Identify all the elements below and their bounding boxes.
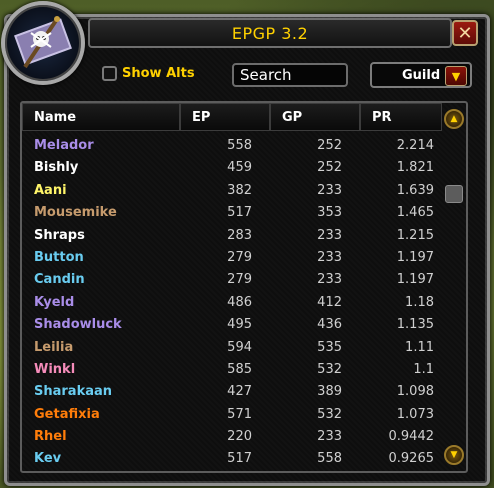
row-pr: 1.098 [396, 384, 434, 400]
show-alts-checkbox[interactable] [102, 66, 117, 81]
row-name: Bishly [34, 160, 79, 176]
column-headers: Name EP GP PR [22, 103, 442, 131]
row-gp: 233 [317, 227, 342, 243]
close-icon: ✕ [457, 22, 473, 44]
row-ep: 382 [227, 182, 252, 198]
row-ep: 486 [227, 294, 252, 310]
row-ep: 517 [227, 205, 252, 221]
arrow-down-icon[interactable]: ▼ [445, 66, 467, 86]
filter-value: Guild [402, 68, 441, 83]
row-ep: 427 [227, 384, 252, 400]
row-gp: 233 [317, 182, 342, 198]
filter-dropdown[interactable]: Guild ▼ [370, 62, 472, 88]
row-gp: 389 [317, 384, 342, 400]
table-row[interactable]: Sharakaan 427 389 1.098 [22, 382, 442, 404]
window-title: EPGP 3.2 [88, 18, 452, 48]
table-row[interactable]: Bishly 459 252 1.821 [22, 158, 442, 180]
row-pr: 1.465 [396, 205, 434, 221]
row-name: Shraps [34, 227, 85, 243]
row-gp: 353 [317, 205, 342, 221]
row-name: Shadowluck [34, 317, 122, 333]
row-pr: 1.11 [405, 339, 434, 355]
row-ep: 495 [227, 317, 252, 333]
row-name: Rhel [34, 429, 67, 445]
column-header-ep[interactable]: EP [180, 103, 270, 131]
row-pr: 1.197 [396, 272, 434, 288]
row-name: Button [34, 249, 84, 265]
scroll-down-icon[interactable]: ▼ [444, 445, 464, 465]
column-header-gp[interactable]: GP [270, 103, 360, 131]
row-name: Winkl [34, 361, 76, 377]
table-row[interactable]: Winkl 585 532 1.1 [22, 360, 442, 382]
row-gp: 558 [317, 451, 342, 467]
search-input[interactable]: Search [232, 63, 348, 87]
row-pr: 1.073 [396, 406, 434, 422]
column-header-name[interactable]: Name [22, 103, 180, 131]
table-row[interactable]: Kyeld 486 412 1.18 [22, 293, 442, 315]
scroll-thumb[interactable] [445, 185, 463, 203]
row-ep: 517 [227, 451, 252, 467]
row-ep: 220 [227, 429, 252, 445]
table-row[interactable]: Shadowluck 495 436 1.135 [22, 315, 442, 337]
row-ep: 279 [227, 272, 252, 288]
table-row[interactable]: Shraps 283 233 1.215 [22, 226, 442, 248]
row-gp: 412 [317, 294, 342, 310]
row-ep: 585 [227, 361, 252, 377]
column-header-pr[interactable]: PR [360, 103, 442, 131]
show-alts-label: Show Alts [122, 66, 195, 81]
row-ep: 283 [227, 227, 252, 243]
table-row[interactable]: Leilia 594 535 1.11 [22, 338, 442, 360]
row-gp: 532 [317, 406, 342, 422]
row-name: Sharakaan [34, 384, 113, 400]
row-gp: 233 [317, 272, 342, 288]
row-pr: 1.639 [396, 182, 434, 198]
row-gp: 252 [317, 138, 342, 153]
row-gp: 252 [317, 160, 342, 176]
row-ep: 459 [227, 160, 252, 176]
standings-list: Name EP GP PR Melador 558 252 2.214 Bishly 4… [20, 101, 468, 473]
row-ep: 279 [227, 249, 252, 265]
row-pr: 1.197 [396, 249, 434, 265]
row-name: Kyeld [34, 294, 75, 310]
row-name: Mousemike [34, 205, 117, 221]
table-row[interactable]: Mousemike 517 353 1.465 [22, 203, 442, 225]
row-gp: 233 [317, 429, 342, 445]
row-name: Leilia [34, 339, 74, 355]
row-gp: 436 [317, 317, 342, 333]
row-pr: 0.9265 [388, 451, 435, 467]
row-pr: 1.135 [396, 317, 434, 333]
table-row[interactable]: Aani 382 233 1.639 [22, 181, 442, 203]
row-pr: 1.821 [396, 160, 434, 176]
row-name: Getafixia [34, 406, 100, 422]
table-row[interactable]: Candin 279 233 1.197 [22, 270, 442, 292]
table-row[interactable]: Rhel 220 233 0.9442 [22, 427, 442, 449]
table-row[interactable]: Kev 517 558 0.9265 [22, 449, 442, 471]
row-name: Candin [34, 272, 85, 288]
scroll-up-icon[interactable]: ▲ [444, 109, 464, 129]
scrollbar[interactable]: ▲ ▼ [442, 103, 466, 471]
standings-rows: Melador 558 252 2.214 Bishly 459 252 1.821 Aan… [22, 136, 442, 472]
row-name: Aani [34, 182, 67, 198]
guild-flag-skull-icon [1, 1, 85, 85]
table-row[interactable]: Button 279 233 1.197 [22, 248, 442, 270]
row-pr: 1.1 [413, 361, 434, 377]
row-gp: 233 [317, 249, 342, 265]
row-gp: 532 [317, 361, 342, 377]
close-button[interactable]: ✕ [452, 20, 478, 46]
row-name: Kev [34, 451, 62, 467]
row-pr: 1.18 [405, 294, 434, 310]
table-row[interactable]: Getafixia 571 532 1.073 [22, 405, 442, 427]
row-pr: 1.215 [396, 227, 434, 243]
show-alts-toggle[interactable]: Show Alts [102, 66, 195, 81]
row-ep: 594 [227, 339, 252, 355]
row-ep: 558 [227, 138, 252, 153]
search-label: Search [240, 66, 292, 84]
row-name: Melador [34, 138, 94, 153]
row-gp: 535 [317, 339, 342, 355]
row-ep: 571 [227, 406, 252, 422]
table-row[interactable]: Melador 558 252 2.214 [22, 136, 442, 158]
row-pr: 2.214 [396, 138, 434, 153]
row-pr: 0.9442 [388, 429, 435, 445]
